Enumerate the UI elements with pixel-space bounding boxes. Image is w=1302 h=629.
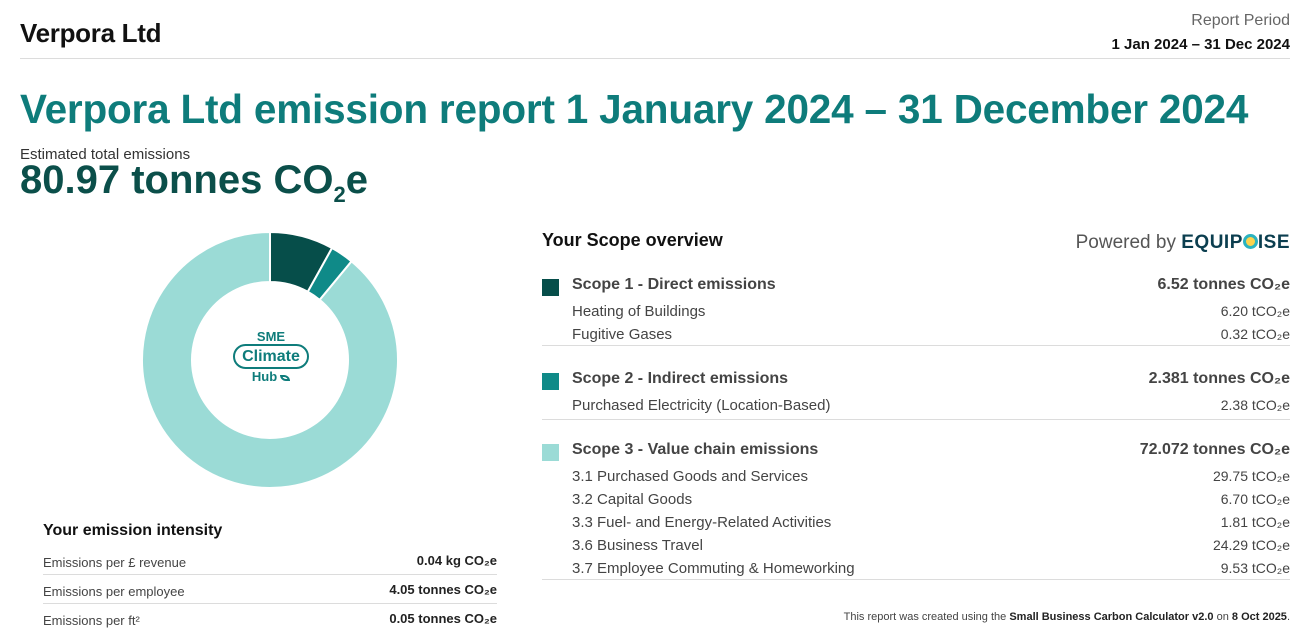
globe-icon	[1242, 234, 1258, 249]
brand-part-a: EQUIP	[1181, 232, 1243, 253]
scope-item-value: 0.32 tCO₂e	[1220, 326, 1290, 342]
scope-2-header: Scope 2 - Indirect emissions 2.381 tonne…	[542, 366, 1290, 394]
intensity-row-value: 4.05 tonnes CO₂e	[389, 582, 497, 597]
scope-item-label: Heating of Buildings	[572, 303, 706, 320]
logo-line-3-text: Hub	[251, 369, 278, 384]
scope-item-value: 29.75 tCO₂e	[1212, 468, 1290, 484]
scope-item: 3.3 Fuel- and Energy-Related Activities …	[542, 511, 1290, 534]
intensity-row-value: 0.04 kg CO₂e	[416, 553, 497, 568]
footer-tool-name: Small Business Carbon Calculator v2.0	[1009, 611, 1214, 623]
scope-1-total: 6.52 tonnes CO₂e	[1157, 276, 1290, 293]
intensity-row-label: Emissions per employee	[43, 584, 185, 599]
scope-1-swatch	[542, 279, 559, 296]
scope-2-swatch	[542, 373, 559, 390]
scope-item: Purchased Electricity (Location-Based) 2…	[542, 394, 1290, 417]
report-header: Verpora Ltd Report Period 1 Jan 2024 – 3…	[20, 0, 1290, 59]
scope-item: 3.7 Employee Commuting & Homeworking 9.5…	[542, 557, 1290, 580]
logo-line-3: Hub	[226, 370, 316, 384]
scope-item: 3.6 Business Travel 24.29 tCO₂e	[542, 534, 1290, 557]
footer-mid: on	[1216, 611, 1229, 623]
scope-item-value: 6.70 tCO₂e	[1220, 491, 1290, 507]
footer-date: 8 Oct 2025	[1231, 611, 1287, 623]
sme-climate-hub-logo: SME Climate Hub	[226, 330, 316, 386]
scope-item: 3.1 Purchased Goods and Services 29.75 t…	[542, 465, 1290, 488]
total-value-suffix: e	[345, 158, 368, 202]
scope-2-group: Scope 2 - Indirect emissions 2.381 tonne…	[542, 366, 1290, 420]
scope-3-header: Scope 3 - Value chain emissions 72.072 t…	[542, 437, 1290, 465]
intensity-title: Your emission intensity	[43, 522, 223, 539]
report-period: Report Period 1 Jan 2024 – 31 Dec 2024	[1112, 12, 1290, 53]
intensity-row-label: Emissions per ft²	[43, 613, 140, 628]
scope-item-value: 2.38 tCO₂e	[1220, 397, 1290, 413]
leaf-icon	[280, 374, 291, 381]
logo-line-1: SME	[256, 329, 286, 344]
intensity-row-label: Emissions per £ revenue	[43, 555, 187, 570]
scope-3-total: 72.072 tonnes CO₂e	[1139, 441, 1290, 458]
scope-item-label: 3.2 Capital Goods	[572, 491, 693, 508]
footer-end: .	[1286, 611, 1290, 623]
intensity-row: Emissions per ft² 0.05 tonnes CO₂e	[43, 604, 497, 629]
scope-1-group: Scope 1 - Direct emissions 6.52 tonnes C…	[542, 272, 1290, 346]
scope-item-label: 3.7 Employee Commuting & Homeworking	[572, 560, 855, 577]
total-emissions-value: 80.97 tonnes CO2e	[20, 158, 368, 208]
scope-item-value: 24.29 tCO₂e	[1212, 537, 1290, 553]
scope-item: Heating of Buildings 6.20 tCO₂e	[542, 300, 1290, 323]
scope-item: Fugitive Gases 0.32 tCO₂e	[542, 323, 1290, 346]
total-value-subscript: 2	[333, 182, 346, 207]
total-value-text: 80.97 tonnes CO	[20, 158, 334, 202]
scope-overview-title: Your Scope overview	[542, 230, 723, 250]
report-title: Verpora Ltd emission report 1 January 20…	[20, 86, 1249, 132]
intensity-row: Emissions per employee 4.05 tonnes CO₂e	[43, 575, 497, 604]
report-period-value: 1 Jan 2024 – 31 Dec 2024	[1111, 36, 1290, 53]
intensity-row-value: 0.05 tonnes CO₂e	[389, 611, 497, 626]
scope-item-label: 3.1 Purchased Goods and Services	[572, 468, 808, 485]
scope-3-swatch	[542, 444, 559, 461]
scope-3-group: Scope 3 - Value chain emissions 72.072 t…	[542, 437, 1290, 580]
footer-prefix: This report was created using the	[843, 611, 1007, 623]
scope-item-value: 9.53 tCO₂e	[1220, 560, 1290, 576]
brand-part-b: ISE	[1257, 232, 1290, 253]
intensity-row: Emissions per £ revenue 0.04 kg CO₂e	[43, 546, 497, 575]
scope-item: 3.2 Capital Goods 6.70 tCO₂e	[542, 488, 1290, 511]
scope-1-name: Scope 1 - Direct emissions	[572, 276, 776, 293]
scope-2-total: 2.381 tonnes CO₂e	[1148, 370, 1290, 387]
report-period-label: Report Period	[1191, 12, 1290, 29]
equipoise-logo: EQUIP ISE	[1181, 232, 1290, 253]
scope-item-label: 3.6 Business Travel	[572, 537, 703, 554]
logo-line-2: Climate	[233, 344, 309, 369]
scope-item-label: Purchased Electricity (Location-Based)	[572, 397, 831, 414]
scope-3-name: Scope 3 - Value chain emissions	[572, 441, 819, 458]
company-name: Verpora Ltd	[20, 18, 162, 48]
powered-by-label: Powered by	[1075, 232, 1176, 253]
scope-item-value: 6.20 tCO₂e	[1220, 303, 1290, 319]
scope-item-value: 1.81 tCO₂e	[1220, 514, 1290, 530]
scope-2-name: Scope 2 - Indirect emissions	[572, 370, 789, 387]
report-footer: This report was created using the Small …	[844, 611, 1290, 623]
scope-item-label: 3.3 Fuel- and Energy-Related Activities	[572, 514, 832, 531]
scope-item-label: Fugitive Gases	[572, 326, 673, 343]
powered-by: Powered by EQUIP ISE	[1076, 232, 1290, 254]
emission-intensity-panel: Your emission intensity Emissions per £ …	[43, 522, 497, 629]
scope-1-header: Scope 1 - Direct emissions 6.52 tonnes C…	[542, 272, 1290, 300]
